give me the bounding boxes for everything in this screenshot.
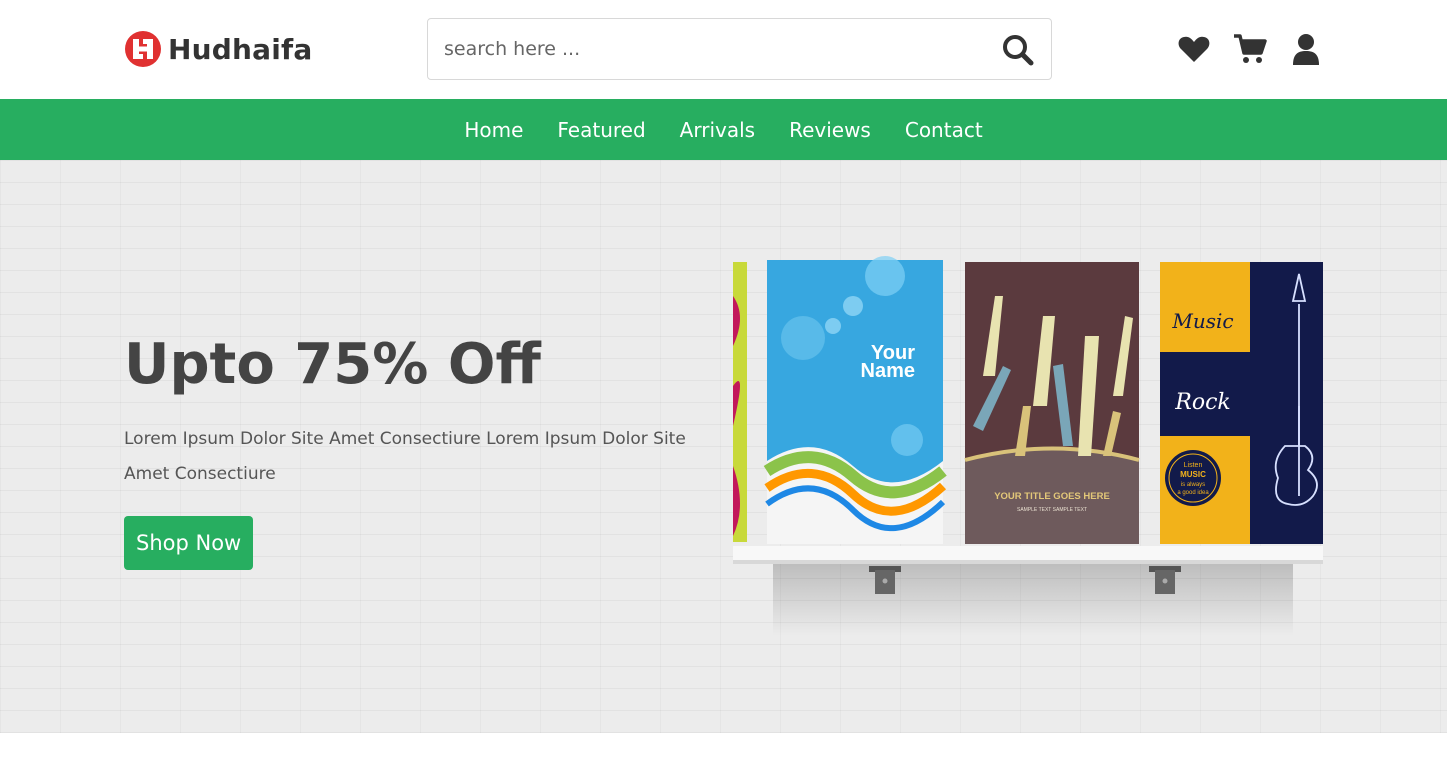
hero-title: Upto 75% Off xyxy=(124,332,541,397)
below-fold-area xyxy=(0,733,1447,768)
nav-reviews[interactable]: Reviews xyxy=(789,118,871,142)
main-navbar: Home Featured Arrivals Reviews Contact xyxy=(0,99,1447,160)
books-on-shelf-image: Your Name YOUR TITLE GOES HERE SAMPLE TE… xyxy=(733,256,1323,636)
svg-text:MUSIC: MUSIC xyxy=(1180,470,1206,479)
search-input[interactable] xyxy=(444,19,984,79)
nav-featured[interactable]: Featured xyxy=(557,118,645,142)
svg-text:Rock: Rock xyxy=(1174,390,1230,415)
user-icon[interactable] xyxy=(1289,32,1323,66)
svg-text:SAMPLE TEXT SAMPLE TEXT: SAMPLE TEXT SAMPLE TEXT xyxy=(1017,507,1087,513)
svg-text:a good idea: a good idea xyxy=(1177,490,1209,496)
cart-icon[interactable] xyxy=(1233,32,1267,66)
nav-arrivals[interactable]: Arrivals xyxy=(680,118,755,142)
header-icons xyxy=(1177,32,1323,66)
search-icon[interactable] xyxy=(1001,33,1035,67)
svg-text:Listen: Listen xyxy=(1184,462,1203,469)
heart-icon[interactable] xyxy=(1177,32,1211,66)
shop-now-button[interactable]: Shop Now xyxy=(124,516,254,570)
logo[interactable]: Hudhaifa xyxy=(124,30,313,68)
nav-contact[interactable]: Contact xyxy=(905,118,983,142)
hero-description: Lorem Ipsum Dolor Site Amet Consectiure … xyxy=(124,429,686,484)
svg-text:Name: Name xyxy=(861,360,915,382)
logo-text: Hudhaifa xyxy=(168,32,313,66)
book-2-title: YOUR TITLE GOES HERE xyxy=(994,491,1110,502)
book-3-title-music: Music xyxy=(1171,309,1233,333)
header: Hudhaifa xyxy=(0,0,1447,99)
logo-icon xyxy=(125,31,161,67)
nav-home[interactable]: Home xyxy=(464,118,523,142)
svg-text:is always: is always xyxy=(1181,482,1205,488)
hero-banner: Upto 75% Off Lorem Ipsum Dolor Site Amet… xyxy=(0,160,1447,733)
search-bar xyxy=(427,18,1052,80)
